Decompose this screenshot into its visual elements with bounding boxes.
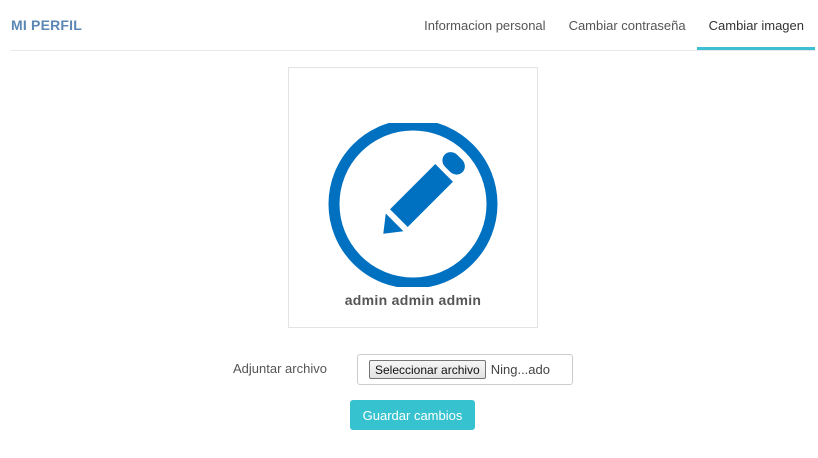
- tab-change-password[interactable]: Cambiar contraseña: [557, 0, 697, 51]
- pencil-circle-icon: [328, 123, 498, 287]
- page-title: MI PERFIL: [11, 17, 83, 33]
- tab-bar: Informacion personal Cambiar contraseña …: [412, 0, 815, 51]
- tab-personal-info[interactable]: Informacion personal: [412, 0, 556, 51]
- profile-card: admin admin admin: [288, 67, 538, 328]
- profile-page: MI PERFIL Informacion personal Cambiar c…: [0, 0, 818, 458]
- tab-change-image[interactable]: Cambiar imagen: [696, 0, 815, 51]
- profile-name: admin admin admin: [344, 292, 482, 308]
- attach-file-label: Adjuntar archivo: [233, 361, 327, 376]
- header-divider: [11, 50, 815, 51]
- select-file-button[interactable]: Seleccionar archivo: [369, 360, 486, 379]
- save-button[interactable]: Guardar cambios: [350, 400, 475, 430]
- file-input[interactable]: Seleccionar archivo Ning...ado: [357, 354, 573, 385]
- file-status-text: Ning...ado: [490, 362, 550, 377]
